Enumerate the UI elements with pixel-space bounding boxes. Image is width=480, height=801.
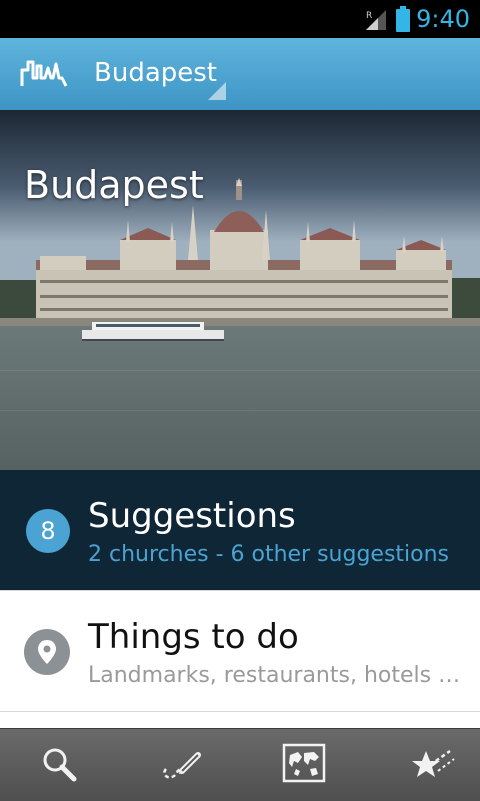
suggestions-row[interactable]: 8 Suggestions 2 churches - 6 other sugge… bbox=[0, 470, 480, 590]
tab-map[interactable] bbox=[240, 729, 360, 801]
things-to-do-subtitle: Landmarks, restaurants, hotels … bbox=[88, 663, 461, 688]
roaming-label: R bbox=[366, 11, 372, 21]
city-selector[interactable]: Budapest bbox=[86, 38, 228, 110]
search-icon bbox=[43, 748, 77, 782]
starred-places-icon bbox=[412, 749, 455, 777]
city-skyline-icon[interactable] bbox=[20, 56, 68, 92]
things-to-do-row[interactable]: Things to do Landmarks, restaurants, hot… bbox=[0, 590, 480, 712]
tour-boat bbox=[82, 322, 224, 341]
city-name: Budapest bbox=[94, 58, 217, 88]
tab-search[interactable] bbox=[0, 729, 120, 801]
suggestions-title: Suggestions bbox=[88, 496, 296, 536]
hero-image[interactable]: Budapest bbox=[0, 110, 480, 470]
tab-trip[interactable] bbox=[120, 729, 240, 801]
world-map-icon bbox=[282, 743, 326, 783]
battery-icon bbox=[396, 6, 410, 32]
things-to-do-badge bbox=[24, 629, 70, 675]
status-bar: R 9:40 bbox=[0, 0, 480, 38]
dropdown-corner-icon bbox=[208, 82, 226, 100]
suggestions-subtitle: 2 churches - 6 other suggestions bbox=[88, 542, 450, 567]
map-pin-icon bbox=[38, 640, 56, 664]
tab-favorites[interactable] bbox=[360, 729, 480, 801]
clock: 9:40 bbox=[416, 5, 470, 33]
signal-icon: R bbox=[366, 10, 386, 30]
things-to-do-title: Things to do bbox=[88, 617, 299, 657]
trip-pencil-icon bbox=[163, 752, 201, 779]
suggestions-count-badge: 8 bbox=[26, 509, 70, 553]
hero-city-title: Budapest bbox=[24, 163, 204, 207]
action-bar: Budapest bbox=[0, 38, 480, 111]
bottom-tab-bar bbox=[0, 728, 480, 801]
